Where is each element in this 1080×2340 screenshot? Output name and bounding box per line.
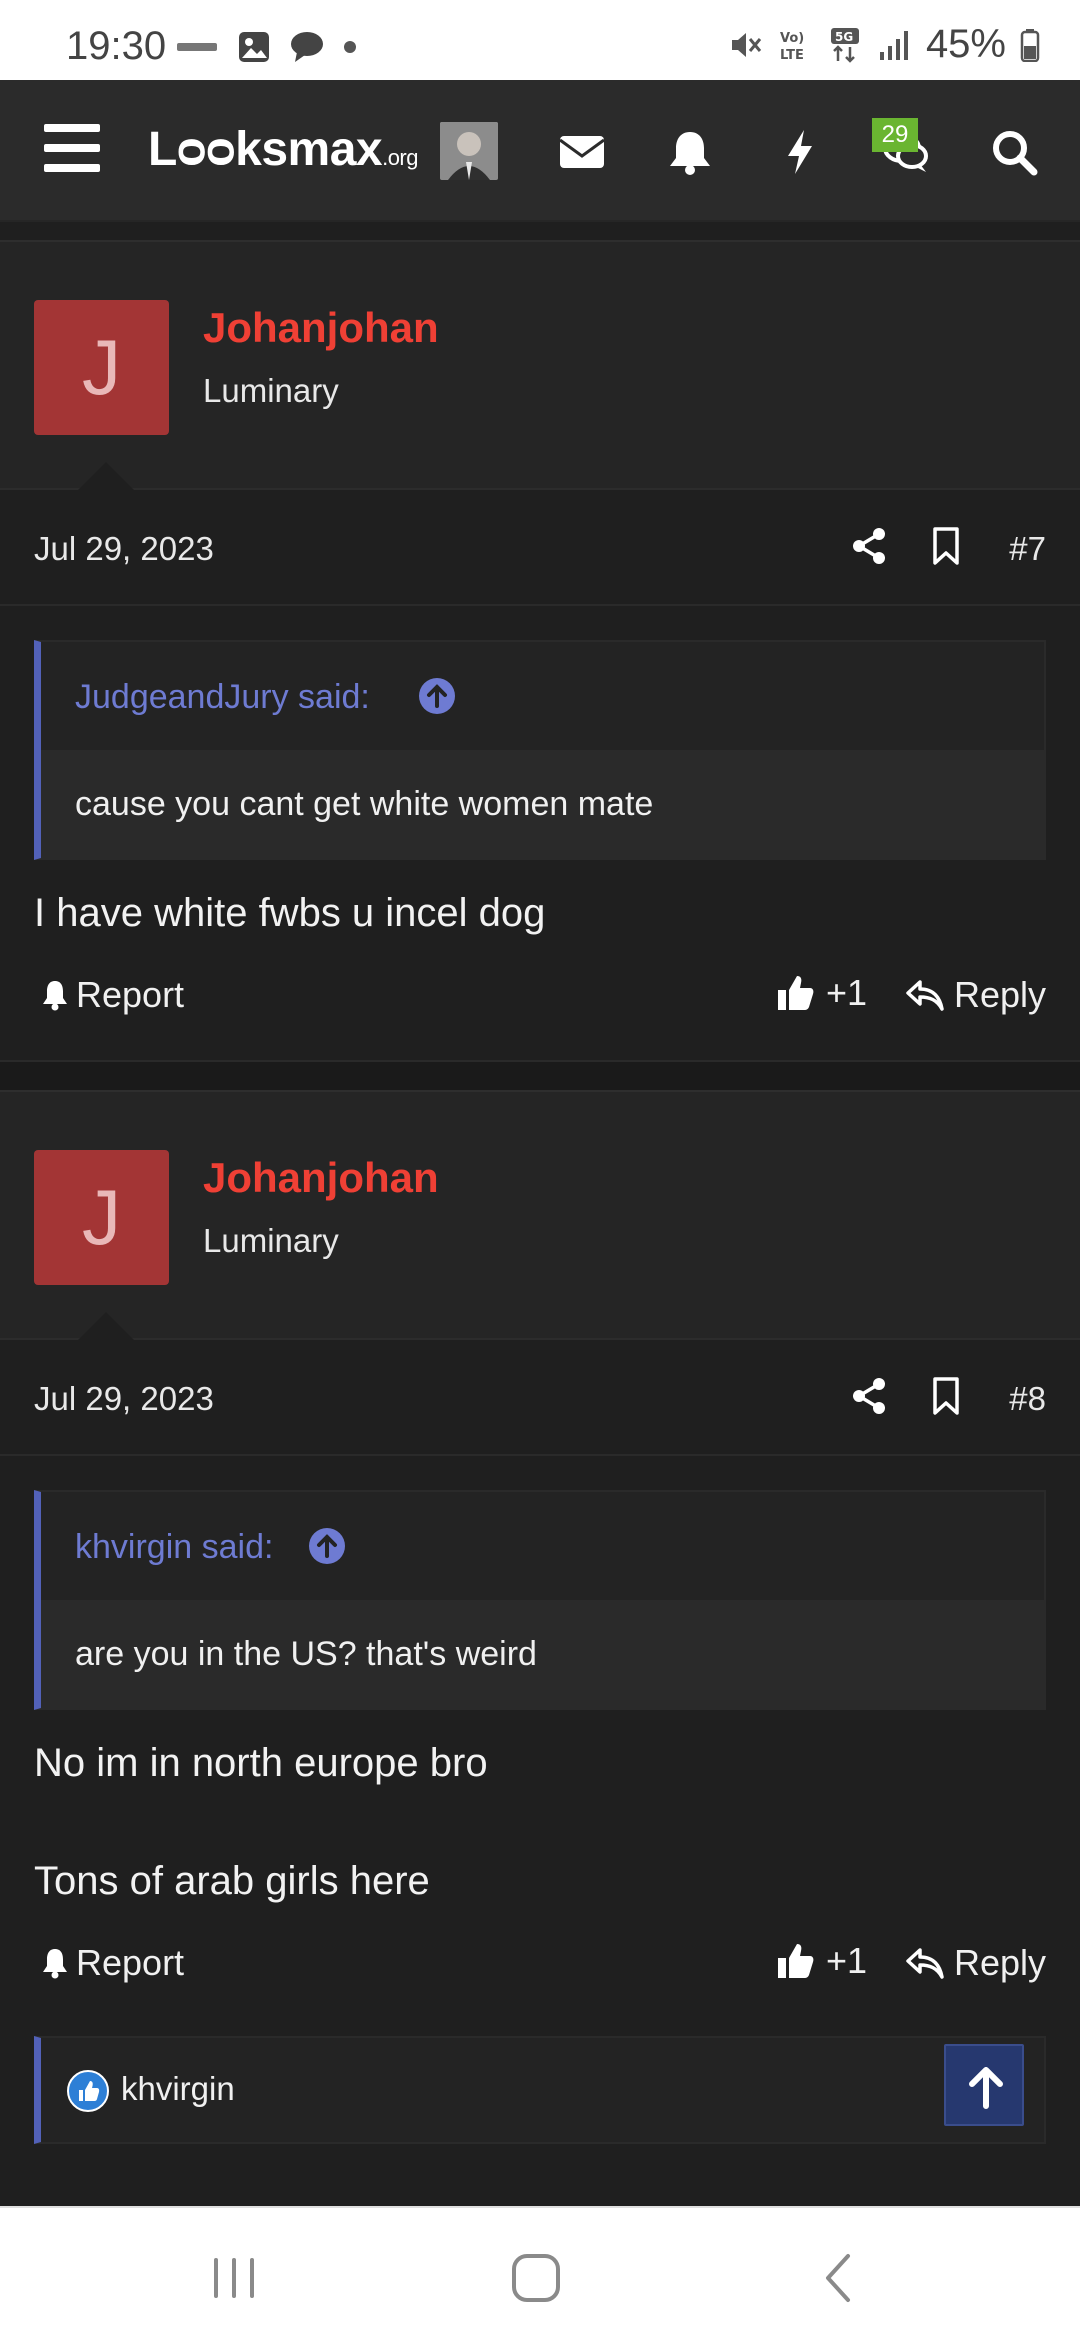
- chat-count-badge: 29: [872, 118, 918, 152]
- mute-icon: [731, 32, 762, 57]
- share-icon[interactable]: [850, 1376, 888, 1416]
- bookmark-icon[interactable]: [930, 1376, 962, 1416]
- svg-text:LTE: LTE: [780, 48, 804, 63]
- arrow-up-circle-icon[interactable]: [417, 676, 457, 716]
- status-right-icons: Vo) LTE 5G 45%: [728, 22, 1040, 67]
- arrow-up-icon: [969, 2067, 1003, 2109]
- back-icon[interactable]: [810, 2248, 870, 2308]
- status-time: 19:30: [66, 24, 167, 68]
- reactions-bar[interactable]: khvirgin: [34, 2036, 1046, 2144]
- reply-label: Reply: [953, 1942, 1046, 1983]
- arrow-up-circle-icon[interactable]: [307, 1526, 347, 1566]
- like-button[interactable]: +1: [776, 972, 867, 1014]
- like-count: +1: [826, 972, 868, 1013]
- post-date[interactable]: Jul 29, 2023: [34, 1380, 214, 1418]
- quote-author[interactable]: JudgeandJury said:: [75, 678, 370, 717]
- volte-icon: Vo) LTE: [780, 31, 804, 63]
- search-icon[interactable]: [988, 126, 1040, 178]
- quote-header: JudgeandJury said:: [41, 642, 1044, 750]
- username[interactable]: Johanjohan: [203, 1154, 439, 1202]
- quote-author[interactable]: khvirgin said:: [75, 1528, 273, 1567]
- report-label: Report: [76, 974, 185, 1015]
- recent-apps-icon[interactable]: [204, 2248, 264, 2308]
- chat-bubble-icon: [291, 32, 323, 62]
- status-left-icons: [175, 30, 357, 64]
- post-meta: Jul 29, 2023 #7: [0, 490, 1080, 606]
- thread-content: J Johanjohan Luminary Jul 29, 2023 #7 Ju…: [0, 222, 1080, 2144]
- post-7: J Johanjohan Luminary Jul 29, 2023 #7 Ju…: [0, 240, 1080, 1060]
- avatar[interactable]: J: [34, 1150, 169, 1285]
- post-actions: Report +1 Reply: [0, 942, 1080, 1060]
- menu-icon[interactable]: [44, 124, 100, 172]
- message-paragraph: I have white fwbs u incel dog: [34, 891, 546, 935]
- bell-icon[interactable]: [664, 126, 716, 178]
- bookmark-icon[interactable]: [930, 526, 962, 566]
- reply-icon: [906, 1948, 944, 1979]
- report-label: Report: [76, 1942, 185, 1983]
- message-paragraph: Tons of arab girls here: [34, 1859, 430, 1903]
- post-date[interactable]: Jul 29, 2023: [34, 530, 214, 568]
- quote-block: JudgeandJury said: cause you cant get wh…: [34, 640, 1046, 860]
- gallery-icon: [239, 32, 269, 62]
- post-8: J Johanjohan Luminary Jul 29, 2023 #8 kh…: [0, 1090, 1080, 2144]
- lightning-icon[interactable]: [774, 126, 826, 178]
- post-actions: Report +1 Reply: [0, 1910, 1080, 2028]
- carrier-logo-icon: [177, 43, 217, 51]
- reaction-user[interactable]: khvirgin: [121, 2070, 235, 2108]
- quote-text: are you in the US? that's weird: [41, 1600, 1044, 1708]
- post-number[interactable]: #7: [1009, 530, 1046, 568]
- logo-suffix: .org: [382, 145, 418, 170]
- user-block-pointer: [78, 462, 134, 490]
- user-avatar-icon[interactable]: [440, 122, 498, 180]
- report-button[interactable]: Report: [40, 974, 184, 1016]
- quote-header: khvirgin said:: [41, 1492, 1044, 1600]
- post-body: Jul 29, 2023 #8 khvirgin said: are you i…: [0, 1340, 1080, 2144]
- bell-icon: [43, 1949, 67, 1979]
- report-button[interactable]: Report: [40, 1942, 184, 1984]
- bell-icon: [43, 981, 67, 1011]
- post-message: I have white fwbs u incel dog: [0, 860, 1080, 942]
- status-bar: 19:30 Vo) LTE 5G 45%: [0, 0, 1080, 80]
- logo-text: Lᴑᴑksmax: [148, 123, 383, 176]
- user-block-pointer: [78, 1312, 134, 1340]
- avatar[interactable]: J: [34, 300, 169, 435]
- battery-percent: 45%: [925, 22, 1006, 66]
- quote-text: cause you cant get white women mate: [41, 750, 1044, 858]
- envelope-icon[interactable]: [556, 126, 608, 178]
- post-user-block: J Johanjohan Luminary: [0, 240, 1080, 490]
- post-separator: [0, 1060, 1080, 1090]
- site-header: Lᴑᴑksmax.org 29: [0, 80, 1080, 222]
- 5g-icon: 5G: [830, 27, 859, 63]
- quote-block: khvirgin said: are you in the US? that's…: [34, 1490, 1046, 1710]
- user-title: Luminary: [203, 1222, 339, 1259]
- dot-icon: [344, 41, 356, 53]
- home-icon[interactable]: [506, 2248, 566, 2308]
- share-icon[interactable]: [850, 526, 888, 566]
- post-number[interactable]: #8: [1009, 1380, 1046, 1418]
- like-count: +1: [826, 1940, 868, 1981]
- like-reaction-icon: [67, 2070, 109, 2112]
- username[interactable]: Johanjohan: [203, 304, 439, 352]
- thumbs-up-icon: [778, 976, 814, 1010]
- post-user-block: J Johanjohan Luminary: [0, 1090, 1080, 1340]
- reply-icon: [906, 980, 944, 1011]
- svg-text:5G: 5G: [835, 30, 853, 44]
- thumbs-up-icon: [778, 1944, 814, 1978]
- reply-button[interactable]: Reply: [906, 1942, 1046, 1984]
- user-title: Luminary: [203, 372, 339, 409]
- battery-icon: [1020, 28, 1040, 62]
- scroll-to-top-button[interactable]: [944, 2044, 1024, 2126]
- reply-label: Reply: [953, 974, 1046, 1015]
- like-button[interactable]: +1: [776, 1940, 867, 1982]
- reply-button[interactable]: Reply: [906, 974, 1046, 1016]
- svg-text:Vo): Vo): [780, 31, 804, 46]
- site-logo[interactable]: Lᴑᴑksmax.org: [148, 122, 418, 177]
- message-paragraph: No im in north europe bro: [34, 1741, 488, 1785]
- signal-icon: [879, 30, 908, 60]
- post-meta: Jul 29, 2023 #8: [0, 1340, 1080, 1456]
- system-navigation-bar: [0, 2206, 1080, 2340]
- post-body: Jul 29, 2023 #7 JudgeandJury said: cause…: [0, 490, 1080, 1060]
- post-message: No im in north europe bro Tons of arab g…: [0, 1710, 1080, 1910]
